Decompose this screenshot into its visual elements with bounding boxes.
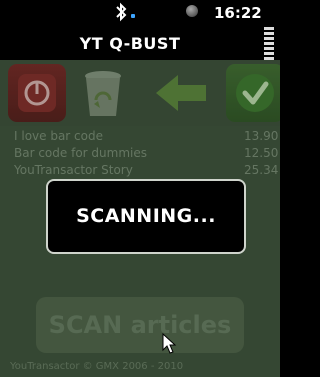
status-bar: 16:22 — [0, 0, 280, 27]
scanning-message: SCANNING... — [76, 205, 216, 227]
status-indicator-icon — [186, 5, 198, 17]
clock: 16:22 — [214, 4, 262, 22]
mouse-pointer-icon — [162, 332, 178, 355]
app-title: YT Q-BUST — [79, 34, 181, 53]
scanning-dialog: SCANNING... — [46, 179, 246, 254]
title-bar: YT Q-BUST — [0, 27, 260, 60]
bluetooth-icon — [114, 2, 128, 22]
signal-indicator-icon — [131, 14, 135, 18]
phone-screen: 16:22 YT Q-BUST I love bar code 13.90 Ba… — [0, 0, 280, 377]
